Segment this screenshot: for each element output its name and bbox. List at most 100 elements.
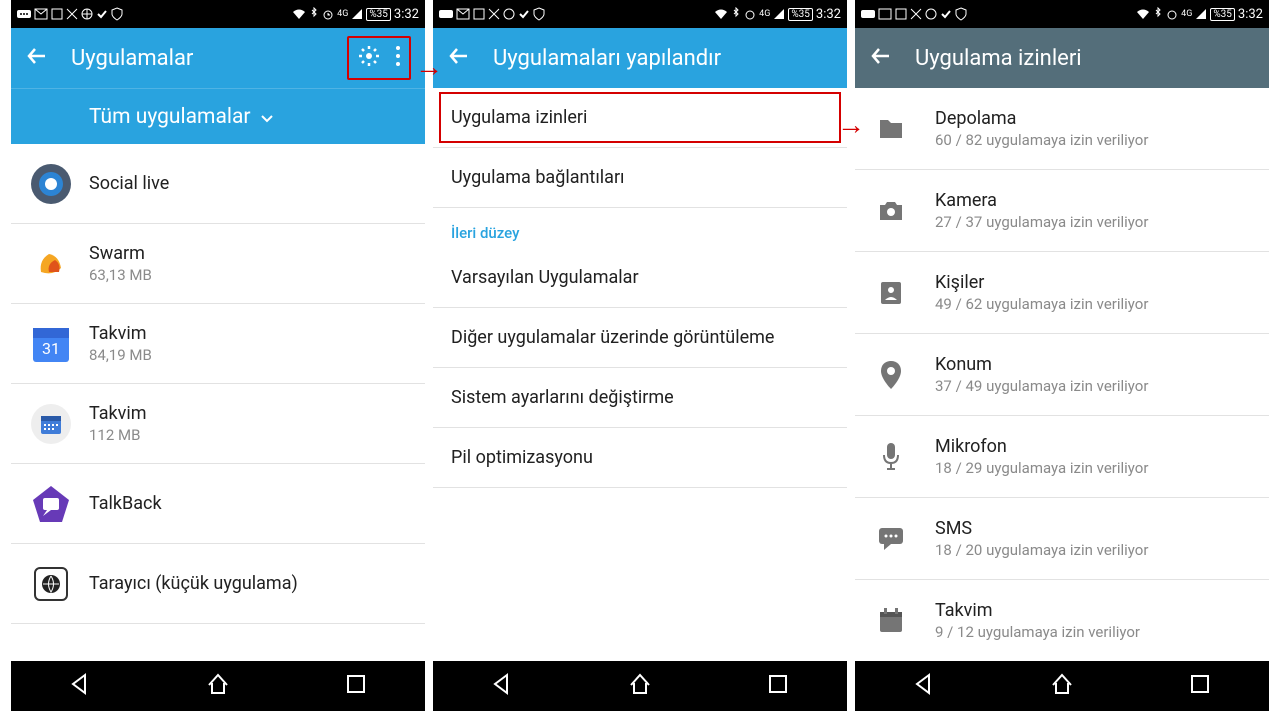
microphone-icon [877,443,905,471]
nav-bar [433,661,847,711]
app-icon [29,482,73,526]
nav-recent[interactable] [1187,671,1213,701]
more-icon [17,8,31,20]
item-draw-over[interactable]: Diğer uygulamalar üzerinde görüntüleme [433,308,847,368]
screen-title: Uygulama izinleri [915,46,1255,71]
nav-home[interactable] [1049,671,1075,701]
app-item-tarayici[interactable]: Tarayıcı (küçük uygulama) [11,544,425,624]
network-label: 4G [337,9,348,19]
time-label: 3:32 [394,7,419,22]
nav-back[interactable] [911,671,937,701]
shield-icon [111,7,123,21]
arrow-left-icon [447,44,471,68]
alarm-icon [322,8,334,20]
item-app-links[interactable]: Uygulama bağlantıları [433,148,847,208]
app-name: Takvim [89,403,147,424]
image-icon [51,8,63,20]
nav-bar [11,661,425,711]
perm-contacts[interactable]: Kişiler49 / 62 uygulamaya izin veriliyor [855,252,1269,334]
app-size: 63,13 MB [89,266,152,284]
back-button[interactable] [869,44,893,72]
panel-permissions: 4G %35 3:32 Uygulama izinleri Depolama60… [855,0,1269,711]
nav-back[interactable] [67,671,93,701]
svg-text:31: 31 [42,339,60,358]
folder-icon [877,115,905,143]
filter-label: Tüm uygulamalar [89,105,251,129]
app-item-swarm[interactable]: Swarm 63,13 MB [11,224,425,304]
perm-camera[interactable]: Kamera27 / 37 uygulamaya izin veriliyor [855,170,1269,252]
battery-label: %35 [366,8,391,21]
location-icon [877,361,905,389]
status-bar: 4G %35 3:32 [855,0,1269,28]
item-default-apps[interactable]: Varsayılan Uygulamalar [433,248,847,308]
highlight-gear-menu [347,36,411,80]
arrow-left-icon [25,44,49,68]
app-icon: 31 [29,322,73,366]
app-name: TalkBack [89,493,162,514]
app-icon [29,162,73,206]
item-battery-optimization[interactable]: Pil optimizasyonu [433,428,847,488]
overflow-button[interactable] [395,45,401,71]
contacts-icon [877,279,905,307]
globe-icon [81,8,93,20]
app-name: Swarm [89,243,152,264]
perm-sms[interactable]: SMS18 / 20 uygulamaya izin veriliyor [855,498,1269,580]
status-bar: 4G %35 3:32 [11,0,425,28]
app-name: Social live [89,173,169,194]
app-name: Takvim [89,323,152,344]
screen-title: Uygulamalar [71,46,347,71]
more-vert-icon [395,45,401,67]
signal-icon [351,8,363,20]
nav-home[interactable] [627,671,653,701]
nav-recent[interactable] [765,671,791,701]
back-button[interactable] [25,44,49,72]
app-item-takvim-2[interactable]: Takvim 112 MB [11,384,425,464]
perm-microphone[interactable]: Mikrofon18 / 29 uygulamaya izin veriliyo… [855,416,1269,498]
panel-configure: 4G %35 3:32 Uygulamaları yapılandır Uygu… [433,0,847,711]
screen-title: Uygulamaları yapılandır [493,46,833,71]
chevron-down-icon [261,105,273,129]
filter-dropdown[interactable]: Tüm uygulamalar [11,88,425,144]
app-item-takvim-1[interactable]: 31 Takvim 84,19 MB [11,304,425,384]
app-bar: Uygulamaları yapılandır [433,28,847,88]
wifi-icon [292,8,306,20]
perm-storage[interactable]: Depolama60 / 82 uygulamaya izin veriliyo… [855,88,1269,170]
app-icon [29,242,73,286]
perm-calendar[interactable]: Takvim9 / 12 uygulamaya izin veriliyor [855,580,1269,661]
app-icon [29,562,73,606]
nav-home[interactable] [205,671,231,701]
app-size: 84,19 MB [89,346,152,364]
perm-location[interactable]: Konum37 / 49 uygulamaya izin veriliyor [855,334,1269,416]
gear-icon [357,44,381,68]
guide-arrow-1: → [415,50,443,83]
section-advanced: İleri düzey [433,208,847,248]
configure-list: Uygulama izinleri Uygulama bağlantıları … [433,88,847,661]
check-icon [96,8,108,20]
app-name: Tarayıcı (küçük uygulama) [89,573,298,594]
sms-icon [877,525,905,553]
bluetooth-icon [309,7,319,21]
app-item-talkback[interactable]: TalkBack [11,464,425,544]
app-bar: Uygulama izinleri [855,28,1269,88]
guide-arrow-2: → [837,108,865,141]
status-bar: 4G %35 3:32 [433,0,847,28]
app-size: 112 MB [89,426,147,444]
back-button[interactable] [447,44,471,72]
nav-bar [855,661,1269,711]
arrow-left-icon [869,44,893,68]
mail-icon [34,8,48,20]
item-modify-system[interactable]: Sistem ayarlarını değiştirme [433,368,847,428]
nav-recent[interactable] [343,671,369,701]
panel-apps: 4G %35 3:32 Uygulamalar Tüm uygulamalar [11,0,425,711]
app-bar: Uygulamalar [11,28,425,88]
apps-list: Social live Swarm 63,13 MB 31 Takvim 84,19… [11,144,425,661]
settings-button[interactable] [357,44,381,72]
item-app-permissions[interactable]: Uygulama izinleri [433,88,847,148]
nav-back[interactable] [489,671,515,701]
app-item-social-live[interactable]: Social live [11,144,425,224]
app-icon [29,402,73,446]
camera-icon [877,197,905,225]
permissions-list: Depolama60 / 82 uygulamaya izin veriliyo… [855,88,1269,661]
calendar-icon [877,607,905,635]
no-data-icon [66,8,78,20]
